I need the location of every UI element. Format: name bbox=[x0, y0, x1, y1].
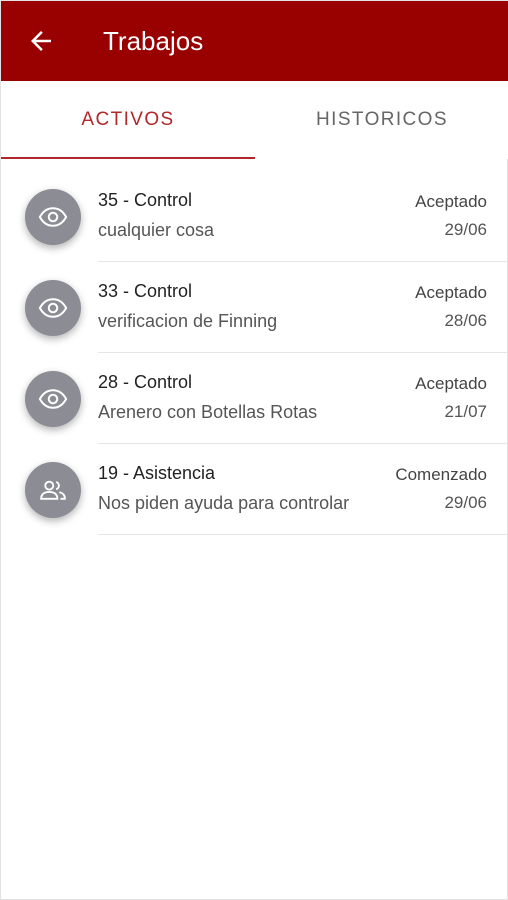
list-item[interactable]: 35 - Control cualquier cosa Aceptado 29/… bbox=[1, 171, 508, 262]
job-title: 28 - Control bbox=[98, 372, 193, 392]
job-avatar bbox=[25, 280, 81, 336]
eye-icon bbox=[38, 207, 68, 227]
job-description: Arenero con Botellas Rotas bbox=[98, 402, 318, 422]
list-item[interactable]: 19 - Asistencia Nos piden ayuda para con… bbox=[1, 444, 508, 535]
tab-bar: ACTIVOS HISTORICOS bbox=[1, 81, 508, 159]
job-date: 29/06 bbox=[444, 220, 487, 239]
app-bar: Trabajos bbox=[1, 1, 508, 81]
page-title: Trabajos bbox=[103, 25, 204, 56]
job-title: 19 - Asistencia bbox=[98, 463, 216, 483]
job-description: verificacion de Finning bbox=[98, 311, 278, 331]
job-avatar bbox=[25, 462, 81, 518]
job-title: 35 - Control bbox=[98, 190, 193, 210]
eye-icon bbox=[38, 298, 68, 318]
job-status: Aceptado bbox=[415, 283, 487, 302]
list-item[interactable]: 33 - Control verificacion de Finning Ace… bbox=[1, 262, 508, 353]
job-description: cualquier cosa bbox=[98, 220, 215, 240]
job-status: Comenzado bbox=[395, 465, 487, 484]
job-status: Aceptado bbox=[415, 192, 487, 211]
eye-icon bbox=[38, 389, 68, 409]
job-date: 29/06 bbox=[444, 493, 487, 512]
job-avatar bbox=[25, 189, 81, 245]
jobs-list: 35 - Control cualquier cosa Aceptado 29/… bbox=[1, 171, 508, 535]
tab-historicos[interactable]: HISTORICOS bbox=[255, 81, 508, 159]
arrow-left-icon bbox=[31, 31, 51, 51]
tab-historicos-label: HISTORICOS bbox=[316, 109, 448, 130]
job-avatar bbox=[25, 371, 81, 427]
job-description: Nos piden ayuda para controlar bbox=[98, 493, 350, 513]
list-item[interactable]: 28 - Control Arenero con Botellas Rotas … bbox=[1, 353, 508, 444]
job-date: 21/07 bbox=[444, 402, 487, 421]
job-title: 33 - Control bbox=[98, 281, 193, 301]
tab-indicator bbox=[1, 157, 255, 159]
people-icon bbox=[40, 480, 66, 500]
tab-activos-label: ACTIVOS bbox=[81, 109, 175, 130]
tab-activos[interactable]: ACTIVOS bbox=[1, 81, 255, 159]
job-date: 28/06 bbox=[444, 311, 487, 330]
back-button[interactable] bbox=[11, 11, 71, 71]
job-status: Aceptado bbox=[415, 374, 487, 393]
divider bbox=[98, 534, 508, 535]
